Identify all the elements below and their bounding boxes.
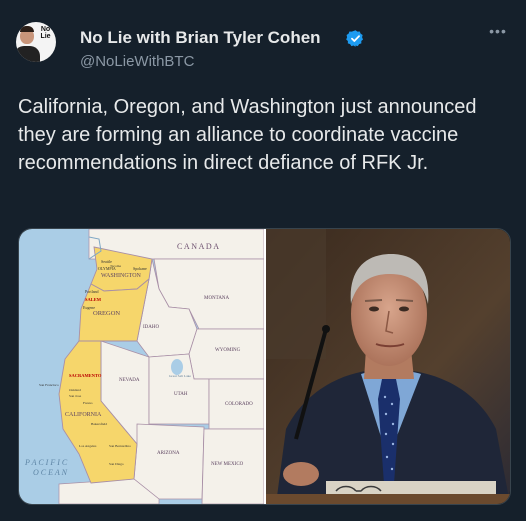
label-san-francisco: San Francisco [39,383,59,387]
label-bakersfield: Bakersfield [91,422,107,426]
photo-wall-panel [266,229,326,359]
label-utah: UTAH [174,392,188,397]
eye-right [399,306,409,312]
avatar-hair [20,26,34,32]
label-wyoming: WYOMING [215,348,241,353]
label-spokane: Spokane [133,266,147,271]
hand [283,462,319,486]
label-salem: SALEM [85,297,102,302]
display-name[interactable]: No Lie with Brian Tyler Cohen [80,28,321,48]
label-san-bernardino: San Bernardino [109,444,131,448]
label-arizona: ARIZONA [157,451,180,456]
great-salt-lake-shape [171,359,183,375]
label-great-salt-lake: Great Salt Lake [169,374,191,378]
label-california: CALIFORNIA [65,412,102,418]
label-colorado: COLORADO [225,402,253,407]
microphone-head [322,325,330,333]
handle[interactable]: @NoLieWithBTC [80,53,194,70]
label-oakland: Oakland [69,388,81,392]
label-canada: C A N A D A [177,242,219,251]
label-los-angeles: Los Angeles [79,444,97,448]
label-fresno: Fresno [83,401,93,405]
brow-right [395,299,414,302]
avatar[interactable]: No Lie [16,22,56,62]
label-ocean: O C E A N [33,468,68,477]
label-san-jose: San Jose [69,394,82,398]
eye-left [369,306,379,312]
label-portland: Portland [85,289,99,294]
label-nevada: NEVADA [119,378,140,383]
label-montana: MONTANA [204,296,230,301]
tweet-media[interactable]: C A N A D A Seattle OLYMPIA Spokane Taco… [18,228,511,505]
more-icon[interactable]: ••• [486,24,510,44]
avatar-shirt [16,46,40,62]
avatar-logo: No Lie [38,26,53,40]
map-image[interactable]: C A N A D A Seattle OLYMPIA Spokane Taco… [19,229,264,504]
label-oregon: OREGON [93,310,120,317]
label-tacoma: Tacoma [110,264,121,268]
label-pacific: P A C I F I C [24,458,68,467]
photo-image[interactable] [266,229,510,504]
label-washington: WASHINGTON [101,273,142,279]
verified-badge-icon [346,30,364,47]
label-new-mexico: NEW MEXICO [211,462,244,467]
desk [266,494,510,504]
label-san-diego: San Diego [109,462,124,466]
tweet-text: California, Oregon, and Washington just … [18,96,477,174]
state-wyoming [188,328,264,380]
label-sacramento: SACRAMENTO [69,373,102,378]
label-idaho: IDAHO [143,325,159,330]
tweet-card[interactable]: No Lie No Lie with Brian Tyler Cohen @No… [0,0,526,521]
avatar-logo-line2: Lie [40,33,51,40]
avatar-logo-line1: No [40,26,51,33]
brow-left [364,299,383,302]
